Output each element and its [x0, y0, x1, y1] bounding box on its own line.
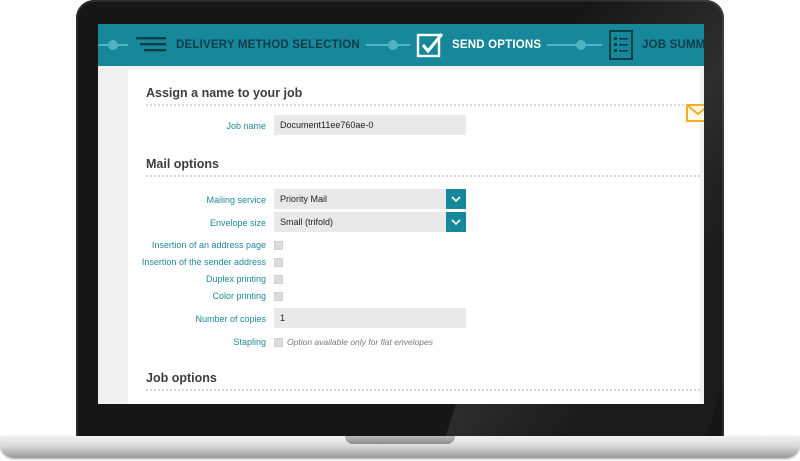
insertion-sender-address-checkbox[interactable] [274, 258, 283, 267]
app-screen: DELIVERY METHOD SELECTION SEND OPTIONS J… [98, 24, 704, 404]
insertion-address-page-label: Insertion of an address page [151, 240, 266, 250]
mailing-service-label: Mailing service [206, 195, 266, 205]
progress-dot [576, 40, 586, 50]
step-label: DELIVERY METHOD SELECTION [176, 39, 360, 51]
progress-dot [108, 40, 118, 50]
progress-dot [388, 40, 398, 50]
envelope-icon[interactable] [686, 104, 704, 122]
laptop-base-notch [345, 436, 455, 444]
job-name-input[interactable]: Document11ee760ae-0 [274, 115, 466, 135]
step-label: SEND OPTIONS [452, 39, 542, 51]
color-printing-label: Color printing [212, 291, 266, 301]
step-delivery-method[interactable]: DELIVERY METHOD SELECTION [128, 24, 366, 66]
step-job-summary[interactable]: JOB SUMM [602, 24, 704, 66]
mailing-service-value: Priority Mail [280, 194, 328, 204]
number-of-copies-label: Number of copies [195, 314, 266, 324]
step-send-options[interactable]: SEND OPTIONS [410, 24, 548, 66]
insertion-address-page-checkbox[interactable] [274, 241, 283, 250]
job-name-label: Job name [226, 121, 266, 131]
section-title-mail-options: Mail options [146, 157, 219, 171]
stapling-label: Stapling [233, 337, 266, 347]
section-title-job-options: Job options [146, 371, 217, 385]
duplex-printing-checkbox[interactable] [274, 275, 283, 284]
form-panel: Assign a name to your job Job name Docum… [128, 70, 700, 404]
insertion-sender-address-label: Insertion of the sender address [141, 257, 266, 267]
section-divider [146, 104, 700, 106]
section-divider [146, 175, 700, 177]
section-divider [146, 389, 700, 391]
checklist-document-icon [608, 29, 634, 61]
chevron-down-icon[interactable] [446, 189, 466, 209]
duplex-printing-label: Duplex printing [205, 274, 266, 284]
step-label: JOB SUMM [642, 39, 704, 51]
color-printing-checkbox[interactable] [274, 292, 283, 301]
mailing-service-select[interactable]: Priority Mail [274, 189, 466, 209]
checkbox-checked-icon [416, 31, 444, 59]
stapling-checkbox[interactable] [274, 338, 283, 347]
list-lines-icon [134, 34, 168, 56]
envelope-size-select[interactable]: Small (trifold) [274, 212, 466, 232]
envelope-size-value: Small (trifold) [280, 217, 334, 227]
number-of-copies-input[interactable]: 1 [274, 308, 466, 328]
section-title-job-name: Assign a name to your job [146, 86, 303, 100]
envelope-size-label: Envelope size [209, 218, 266, 228]
stapling-hint: Option available only for flat envelopes [287, 337, 434, 347]
stepper-bar: DELIVERY METHOD SELECTION SEND OPTIONS J… [98, 24, 704, 66]
chevron-down-icon[interactable] [446, 212, 466, 232]
